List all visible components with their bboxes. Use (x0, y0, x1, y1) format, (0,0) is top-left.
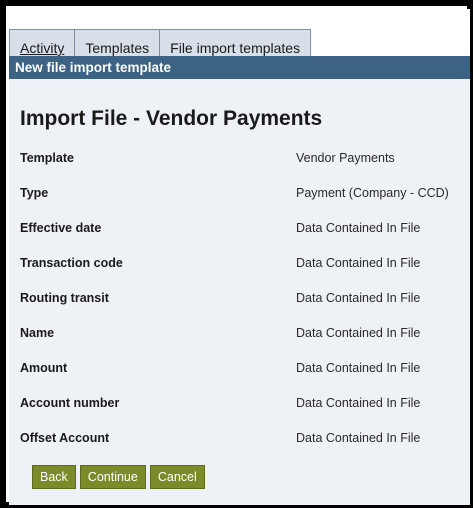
page: Activity Templates File import templates… (9, 9, 470, 505)
tab-activity-label: Activity (20, 40, 65, 56)
field-value: Data Contained In File (296, 291, 421, 305)
field-value: Payment (Company - CCD) (296, 186, 449, 200)
field-row-account-number: Account number Data Contained In File (20, 396, 468, 414)
field-label: Routing transit (20, 291, 109, 305)
field-value: Data Contained In File (296, 361, 421, 375)
field-value: Vendor Payments (296, 151, 395, 165)
field-row-transaction-code: Transaction code Data Contained In File (20, 256, 468, 274)
cancel-button[interactable]: Cancel (149, 465, 205, 489)
field-value: Data Contained In File (296, 396, 421, 410)
field-row-amount: Amount Data Contained In File (20, 361, 468, 379)
field-row-effective-date: Effective date Data Contained In File (20, 221, 468, 239)
button-group: Back Continue Cancel (32, 465, 209, 489)
field-value: Data Contained In File (296, 326, 421, 340)
field-value: Data Contained In File (296, 256, 421, 270)
form-panel: Import File - Vendor Payments Template V… (9, 79, 470, 505)
section-header: New file import template (9, 56, 470, 79)
tab-file-import-templates-label: File import templates (170, 40, 301, 56)
field-label: Offset Account (20, 431, 110, 445)
field-label: Amount (20, 361, 68, 375)
field-label: Type (20, 186, 49, 200)
field-label: Transaction code (20, 256, 123, 270)
field-row-type: Type Payment (Company - CCD) (20, 186, 468, 204)
page-title: Import File - Vendor Payments (20, 107, 323, 130)
field-value: Data Contained In File (296, 431, 421, 445)
continue-button[interactable]: Continue (79, 465, 146, 489)
field-row-template: Template Vendor Payments (20, 151, 468, 169)
field-label: Account number (20, 396, 120, 410)
field-row-name: Name Data Contained In File (20, 326, 468, 344)
field-row-offset-account: Offset Account Data Contained In File (20, 431, 468, 449)
tab-templates-label: Templates (85, 40, 150, 56)
window-frame: Activity Templates File import templates… (0, 0, 473, 508)
back-button[interactable]: Back (32, 465, 76, 489)
field-label: Effective date (20, 221, 102, 235)
field-row-routing-transit: Routing transit Data Contained In File (20, 291, 468, 309)
field-label: Name (20, 326, 55, 340)
field-value: Data Contained In File (296, 221, 421, 235)
field-label: Template (20, 151, 74, 165)
